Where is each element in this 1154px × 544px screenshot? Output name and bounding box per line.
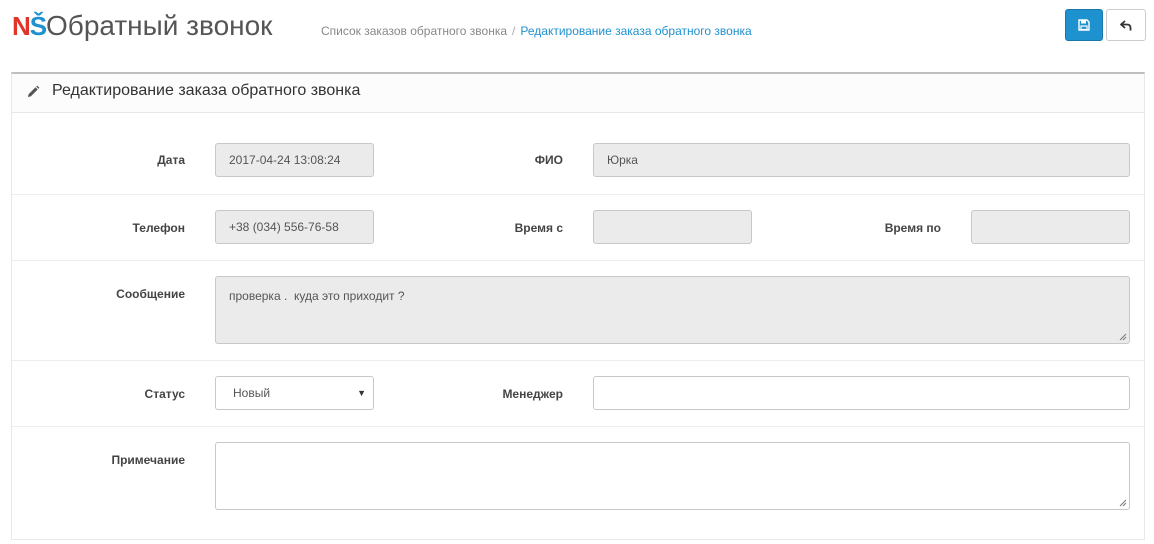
save-icon bbox=[1078, 19, 1090, 31]
status-label: Статус bbox=[144, 387, 185, 401]
status-value: Новый bbox=[233, 386, 271, 400]
page-header: NŠ Обратный звонок Список заказов обратн… bbox=[0, 0, 1154, 60]
breadcrumb: Список заказов обратного звонка / Редактир… bbox=[321, 24, 752, 38]
back-arrow-icon bbox=[1120, 19, 1132, 30]
breadcrumb-item-edit[interactable]: Редактирование заказа обратного звонка bbox=[520, 24, 751, 38]
edit-panel: Редактирование заказа обратного звонка Д… bbox=[11, 72, 1145, 540]
pencil-icon bbox=[28, 85, 40, 97]
time-to-field[interactable] bbox=[971, 210, 1130, 244]
back-button[interactable] bbox=[1106, 9, 1146, 41]
fio-label: ФИО bbox=[534, 153, 563, 167]
panel-title: Редактирование заказа обратного звонка bbox=[52, 82, 361, 99]
phone-field[interactable]: +38 (034) 556-76-58 bbox=[215, 210, 374, 244]
form-row-status: Статус Новый ▼ Менеджер bbox=[12, 360, 1144, 427]
logo: NŠ bbox=[12, 11, 47, 41]
form-row-phone: Телефон +38 (034) 556-76-58 Время с Врем… bbox=[12, 194, 1144, 261]
form-row-date: Дата 2017-04-24 13:08:24 ФИО Юрка bbox=[12, 112, 1144, 195]
message-textarea[interactable]: проверка . куда это приходит ? bbox=[215, 276, 1130, 344]
time-from-label: Время с bbox=[514, 221, 563, 235]
dropdown-arrow-icon: ▼ bbox=[357, 388, 366, 398]
panel-heading: Редактирование заказа обратного звонка bbox=[12, 74, 1144, 113]
date-label: Дата bbox=[157, 153, 185, 167]
manager-field[interactable] bbox=[593, 376, 1130, 410]
form-row-note: Примечание bbox=[12, 426, 1144, 538]
save-button[interactable] bbox=[1065, 9, 1103, 41]
message-value: проверка . куда это приходит ? bbox=[229, 289, 405, 303]
fio-field[interactable]: Юрка bbox=[593, 143, 1130, 177]
form-row-message: Сообщение проверка . куда это приходит ? bbox=[12, 260, 1144, 361]
phone-label: Телефон bbox=[132, 221, 185, 235]
status-select[interactable]: Новый ▼ bbox=[215, 376, 374, 410]
time-to-label: Время по bbox=[884, 221, 941, 235]
breadcrumb-separator: / bbox=[512, 24, 516, 38]
note-label: Примечание bbox=[111, 453, 185, 467]
phone-value: +38 (034) 556-76-58 bbox=[229, 220, 339, 234]
date-value: 2017-04-24 13:08:24 bbox=[229, 153, 341, 167]
time-from-field[interactable] bbox=[593, 210, 752, 244]
resize-handle-icon[interactable] bbox=[1119, 333, 1127, 341]
date-field[interactable]: 2017-04-24 13:08:24 bbox=[215, 143, 374, 177]
message-label: Сообщение bbox=[116, 287, 185, 301]
page-title: Обратный звонок bbox=[46, 10, 273, 41]
resize-handle-icon[interactable] bbox=[1119, 499, 1127, 507]
breadcrumb-item-list[interactable]: Список заказов обратного звонка bbox=[321, 24, 507, 38]
manager-label: Менеджер bbox=[502, 387, 563, 401]
fio-value: Юрка bbox=[607, 153, 638, 167]
note-textarea[interactable] bbox=[215, 442, 1130, 510]
